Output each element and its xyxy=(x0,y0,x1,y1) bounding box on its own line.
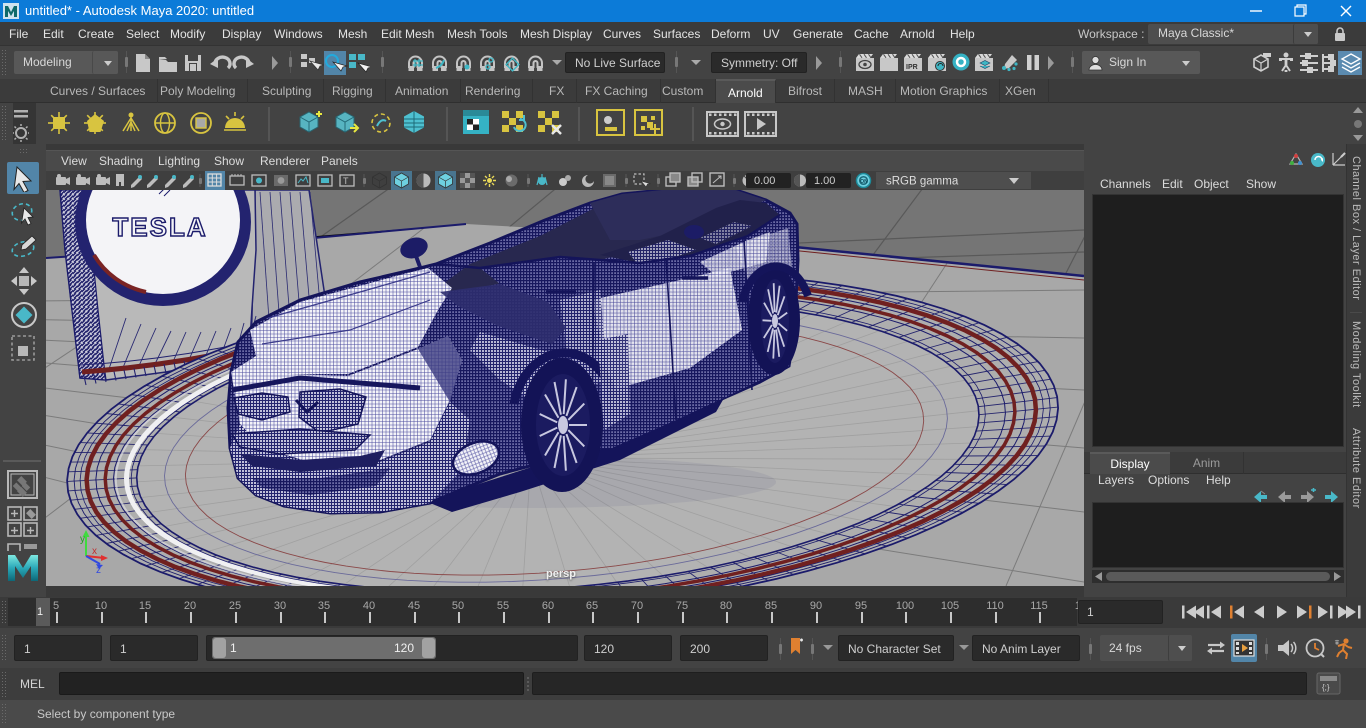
svg-text:x: x xyxy=(92,546,97,557)
svg-text:0.00: 0.00 xyxy=(754,175,775,187)
svg-text:T: T xyxy=(343,176,349,186)
svg-text:y: y xyxy=(80,534,85,545)
svg-text:{;}: {;} xyxy=(1322,683,1330,692)
svg-text:IPR: IPR xyxy=(906,64,918,71)
svg-text:ON: ON xyxy=(860,179,868,185)
svg-text:sRGB gamma: sRGB gamma xyxy=(886,176,959,188)
svg-text:1.00: 1.00 xyxy=(814,175,835,187)
svg-text:z: z xyxy=(96,565,101,574)
